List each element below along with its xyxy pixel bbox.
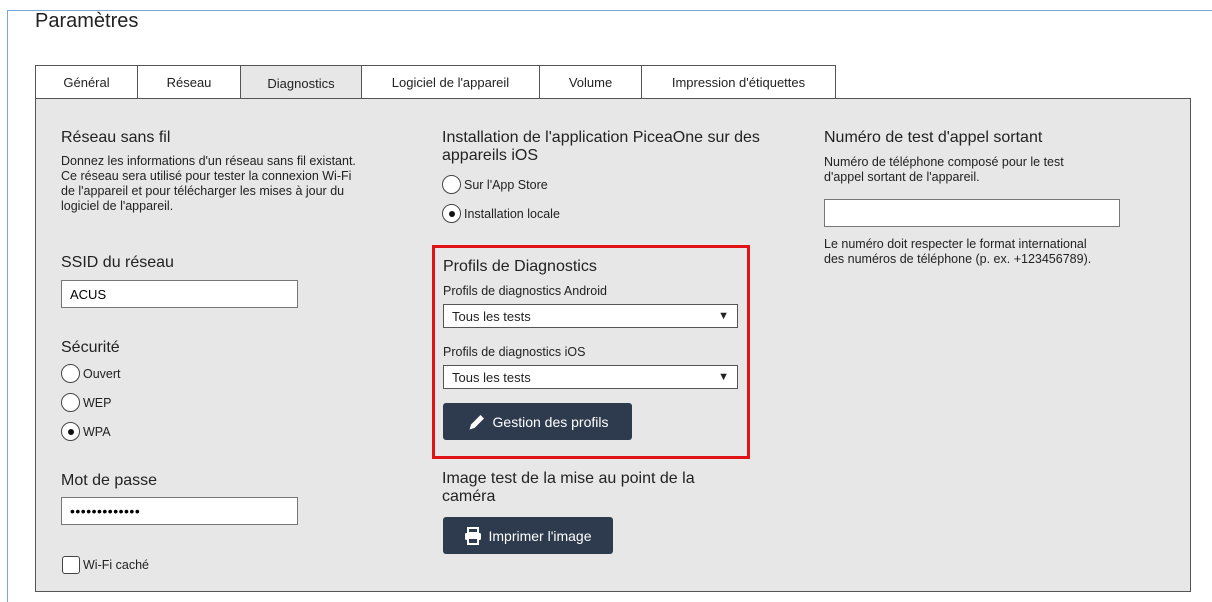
install-appstore-radio[interactable]: Sur l'App Store <box>442 175 548 194</box>
page-title: Paramètres <box>35 10 139 32</box>
triangle-down-icon: ▼ <box>718 310 729 322</box>
radio-circle-selected <box>61 422 80 441</box>
pencil-icon <box>469 414 484 429</box>
hidden-wifi-label: Wi-Fi caché <box>83 558 149 572</box>
outgoing-call-description: Numéro de téléphone composé pour le test… <box>824 155 1064 184</box>
radio-circle <box>61 393 80 412</box>
outgoing-call-title: Numéro de test d'appel sortant <box>824 129 1043 146</box>
print-image-button[interactable]: Imprimer l'image <box>443 517 613 554</box>
outgoing-call-note: Le numéro doit respecter le format inter… <box>824 237 1092 266</box>
password-label: Mot de passe <box>61 472 158 489</box>
android-profiles-label: Profils de diagnostics Android <box>443 284 607 298</box>
hidden-wifi-checkbox[interactable]: Wi-Fi caché <box>62 556 149 574</box>
manage-profiles-button[interactable]: Gestion des profils <box>443 403 632 440</box>
ssid-input[interactable]: ACUS <box>61 280 298 308</box>
tab-volume[interactable]: Volume <box>539 65 641 99</box>
settings-tabs: Général Réseau Diagnostics Logiciel de l… <box>35 65 836 100</box>
android-profiles-value: Tous les tests <box>452 308 531 324</box>
install-local-radio[interactable]: Installation locale <box>442 204 560 223</box>
outgoing-call-number-input[interactable] <box>824 199 1120 227</box>
wifi-description: Donnez les informations d'un réseau sans… <box>61 154 356 213</box>
print-image-label: Imprimer l'image <box>488 527 592 544</box>
radio-circle <box>442 175 461 194</box>
wifi-title: Réseau sans fil <box>61 129 171 146</box>
printer-icon <box>465 526 482 545</box>
tab-diagnostics[interactable]: Diagnostics <box>240 65 361 100</box>
security-wpa-label: WPA <box>83 424 111 439</box>
window-frame-top <box>7 10 1212 11</box>
ios-profiles-value: Tous les tests <box>452 369 531 385</box>
tab-network[interactable]: Réseau <box>137 65 240 99</box>
security-wpa-radio[interactable]: WPA <box>61 422 111 441</box>
install-appstore-label: Sur l'App Store <box>464 177 548 192</box>
android-profiles-select[interactable]: Tous les tests ▼ <box>443 304 738 328</box>
security-label: Sécurité <box>61 339 120 356</box>
radio-circle-selected <box>442 204 461 223</box>
security-open-label: Ouvert <box>83 366 121 381</box>
triangle-down-icon: ▼ <box>718 371 729 383</box>
checkbox-box <box>62 556 80 574</box>
tab-general[interactable]: Général <box>35 65 137 99</box>
profiles-title: Profils de Diagnostics <box>443 258 597 275</box>
ios-profiles-label: Profils de diagnostics iOS <box>443 345 586 359</box>
camera-test-title: Image test de la mise au point de la cam… <box>442 470 695 505</box>
ios-profiles-select[interactable]: Tous les tests ▼ <box>443 365 738 389</box>
ssid-label: SSID du réseau <box>61 254 174 271</box>
manage-profiles-label: Gestion des profils <box>492 413 609 430</box>
install-local-label: Installation locale <box>464 206 560 221</box>
ios-install-title: Installation de l'application PiceaOne s… <box>442 129 760 164</box>
password-input[interactable]: ••••••••••••• <box>61 497 298 525</box>
security-open-radio[interactable]: Ouvert <box>61 364 121 383</box>
tab-label-printing[interactable]: Impression d'étiquettes <box>641 65 836 99</box>
security-wep-radio[interactable]: WEP <box>61 393 111 412</box>
tab-device-software[interactable]: Logiciel de l'appareil <box>361 65 539 99</box>
security-wep-label: WEP <box>83 395 112 410</box>
radio-circle <box>61 364 80 383</box>
window-frame-left <box>7 10 8 602</box>
